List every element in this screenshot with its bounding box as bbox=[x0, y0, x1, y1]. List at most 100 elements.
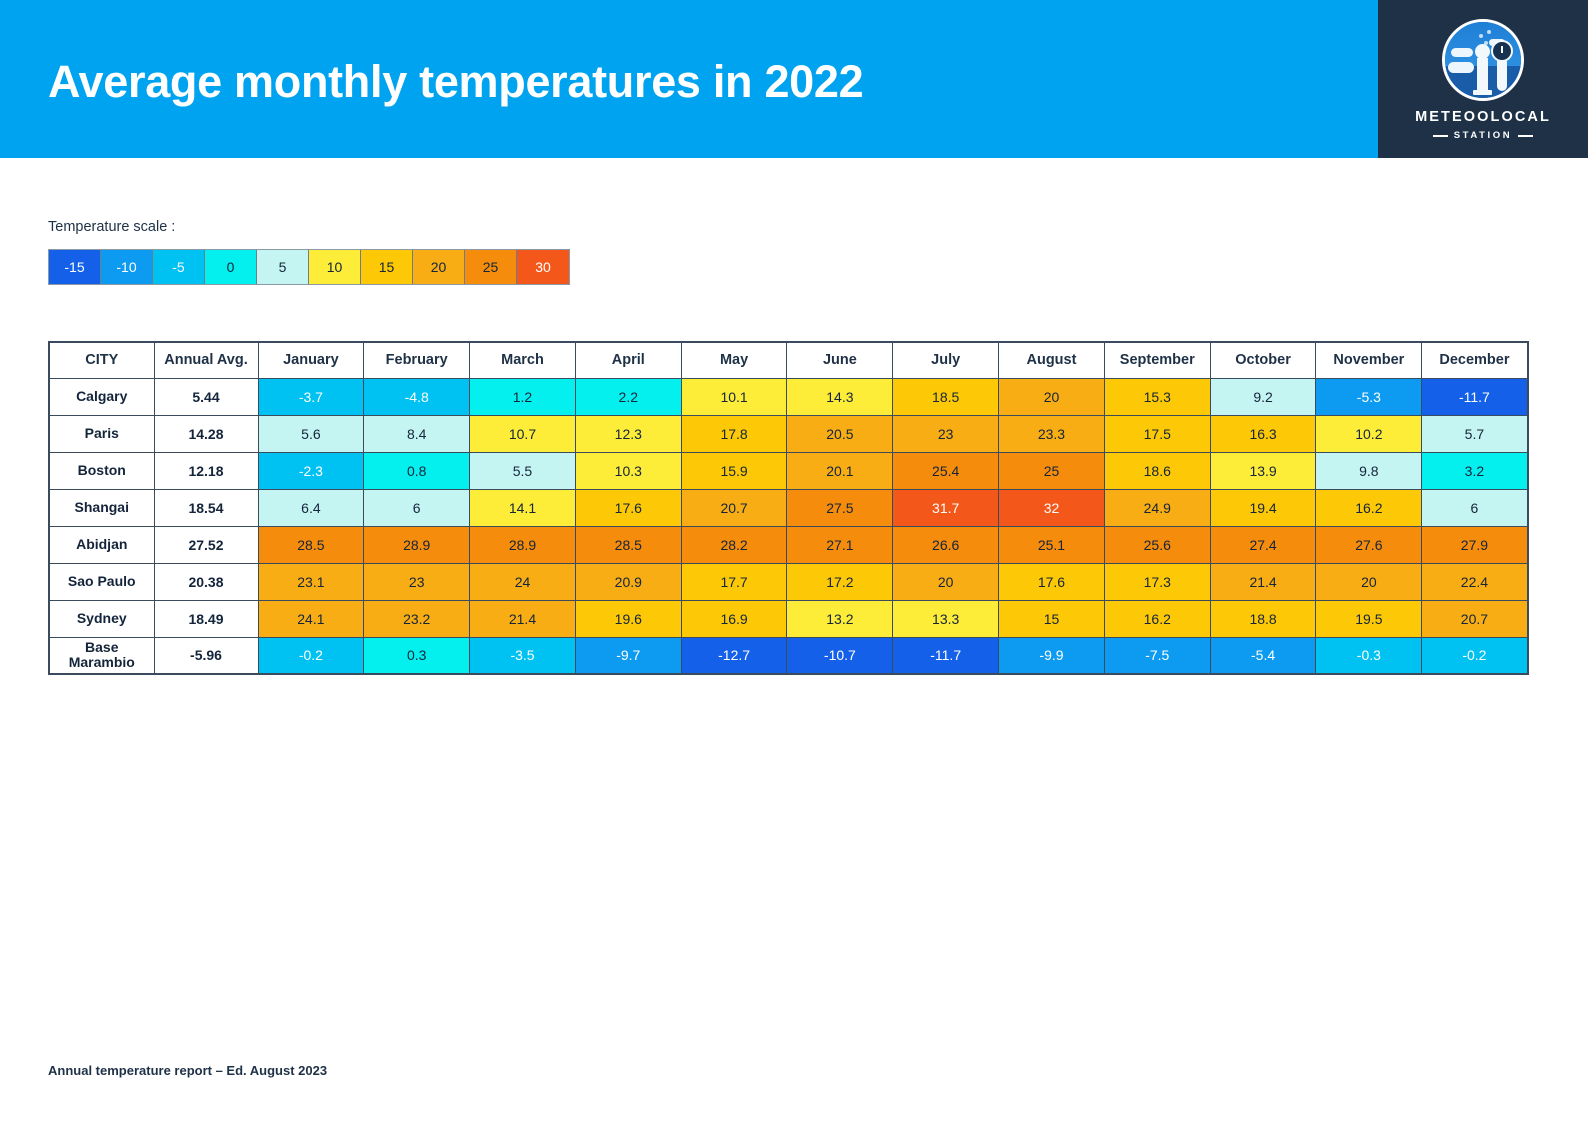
temperature-cell: 14.3 bbox=[786, 377, 894, 416]
temperature-scale-legend: -15 -10 -5 0 5 10 15 20 25 30 bbox=[48, 249, 570, 285]
temperature-cell: 17.8 bbox=[680, 414, 788, 453]
annual-average-cell: 12.18 bbox=[153, 451, 259, 490]
temperature-cell: 14.1 bbox=[469, 488, 576, 527]
temperature-cell: 13.2 bbox=[786, 599, 894, 638]
scale-swatch: 30 bbox=[517, 250, 569, 284]
page-title: Average monthly temperatures in 2022 bbox=[48, 56, 864, 107]
temperature-cell: 15.3 bbox=[1103, 377, 1211, 416]
temperature-cell: 9.2 bbox=[1209, 377, 1317, 416]
temperature-cell: 25.6 bbox=[1103, 525, 1211, 564]
table-row: Sydney 18.49 24.1 23.2 21.4 19.6 16.9 13.2 13.3 1… bbox=[48, 599, 1529, 638]
temperature-cell: 18.8 bbox=[1209, 599, 1317, 638]
annual-average-cell: 18.54 bbox=[153, 488, 259, 527]
column-header-february: February bbox=[363, 341, 471, 379]
column-header-september: September bbox=[1103, 341, 1211, 379]
table-header-row: CITY Annual Avg. January February March April… bbox=[48, 341, 1529, 379]
temperature-cell: 17.3 bbox=[1103, 562, 1211, 601]
temperature-cell: 0.3 bbox=[363, 636, 471, 675]
slide-canvas: Average monthly temperatures in 2022 MET… bbox=[0, 0, 1588, 1124]
temperature-cell: 9.8 bbox=[1315, 451, 1423, 490]
temperature-cell: 26.6 bbox=[892, 525, 1000, 564]
temperature-cell: 27.5 bbox=[786, 488, 894, 527]
temperature-cell: 28.5 bbox=[257, 525, 365, 564]
cloud-icon bbox=[1448, 62, 1474, 73]
temperature-cell: 17.2 bbox=[786, 562, 894, 601]
temperature-cell: 8.4 bbox=[363, 414, 471, 453]
scale-swatch: -15 bbox=[49, 250, 101, 284]
temperature-cell: 16.2 bbox=[1103, 599, 1211, 638]
annual-average-cell: 27.52 bbox=[153, 525, 259, 564]
column-header-october: October bbox=[1209, 341, 1317, 379]
temperature-cell: 27.9 bbox=[1421, 525, 1529, 564]
scale-swatch: 20 bbox=[413, 250, 465, 284]
logo-wordmark: METEOOLOCAL bbox=[1415, 109, 1551, 125]
column-header-april: April bbox=[574, 341, 682, 379]
temperature-cell: 24.9 bbox=[1103, 488, 1211, 527]
temperature-cell: 5.6 bbox=[257, 414, 365, 453]
temperature-cell: 28.5 bbox=[574, 525, 682, 564]
temperature-cell: 13.3 bbox=[892, 599, 1000, 638]
scale-swatch: 25 bbox=[465, 250, 517, 284]
weather-station-icon bbox=[1442, 19, 1524, 101]
temperature-cell: 3.2 bbox=[1421, 451, 1529, 490]
temperature-cell: 15 bbox=[998, 599, 1105, 638]
temperature-cell: 16.2 bbox=[1315, 488, 1423, 527]
temperature-cell: -3.7 bbox=[257, 377, 365, 416]
temperature-cell: 18.6 bbox=[1103, 451, 1211, 490]
snowflake-dot-icon bbox=[1479, 34, 1483, 38]
temperature-cell: 20.9 bbox=[574, 562, 682, 601]
temperature-cell: 2.2 bbox=[574, 377, 682, 416]
temperature-cell: -4.8 bbox=[363, 377, 471, 416]
city-name-cell: Base Marambio bbox=[48, 636, 155, 675]
temperature-cell: 6.4 bbox=[257, 488, 365, 527]
temperature-cell: 32 bbox=[998, 488, 1105, 527]
table-row: Paris 14.28 5.6 8.4 10.7 12.3 17.8 20.5 23 23.3 17… bbox=[48, 414, 1529, 453]
scale-swatch: 0 bbox=[205, 250, 257, 284]
temperature-cell: 20.7 bbox=[680, 488, 788, 527]
city-name-cell: Sao Paulo bbox=[48, 562, 155, 601]
temperature-cell: 20.1 bbox=[786, 451, 894, 490]
column-header-november: November bbox=[1315, 341, 1423, 379]
temperature-cell: 6 bbox=[363, 488, 471, 527]
temperature-cell: -2.3 bbox=[257, 451, 365, 490]
temperature-cell: 25.1 bbox=[998, 525, 1105, 564]
temperature-cell: 31.7 bbox=[892, 488, 1000, 527]
temperature-cell: 12.3 bbox=[574, 414, 682, 453]
temperature-cell: 28.2 bbox=[680, 525, 788, 564]
city-name-cell: Sydney bbox=[48, 599, 155, 638]
temperature-cell: 16.9 bbox=[680, 599, 788, 638]
column-header-annual-avg: Annual Avg. bbox=[153, 341, 259, 379]
temperature-cell: -5.4 bbox=[1209, 636, 1317, 675]
column-header-may: May bbox=[680, 341, 788, 379]
scale-swatch: -10 bbox=[101, 250, 153, 284]
temperature-cell: 23.3 bbox=[998, 414, 1105, 453]
gauge-dial-icon bbox=[1491, 40, 1513, 62]
temperature-cell: 23.1 bbox=[257, 562, 365, 601]
temperature-cell: 5.7 bbox=[1421, 414, 1529, 453]
temperature-cell: 10.1 bbox=[680, 377, 788, 416]
column-header-january: January bbox=[257, 341, 365, 379]
temperature-cell: 17.6 bbox=[574, 488, 682, 527]
temperature-cell: -9.9 bbox=[998, 636, 1105, 675]
temperature-cell: 17.7 bbox=[680, 562, 788, 601]
table-row: Sao Paulo 20.38 23.1 23 24 20.9 17.7 17.2 20 17.6… bbox=[48, 562, 1529, 601]
temperature-cell: -9.7 bbox=[574, 636, 682, 675]
table-header: CITY Annual Avg. January February March April… bbox=[48, 341, 1529, 379]
dash-divider-icon bbox=[1432, 134, 1448, 137]
column-header-august: August bbox=[998, 341, 1105, 379]
temperature-cell: 20.7 bbox=[1421, 599, 1529, 638]
temperature-cell: -0.2 bbox=[257, 636, 365, 675]
temperature-cell: 23.2 bbox=[363, 599, 471, 638]
temperature-cell: 10.3 bbox=[574, 451, 682, 490]
temperature-cell: 18.5 bbox=[892, 377, 1000, 416]
barometer-icon bbox=[1497, 60, 1507, 91]
temperature-cell: -0.2 bbox=[1421, 636, 1529, 675]
annual-average-cell: 14.28 bbox=[153, 414, 259, 453]
temperature-cell: 13.9 bbox=[1209, 451, 1317, 490]
temperature-cell: 27.4 bbox=[1209, 525, 1317, 564]
dash-divider-icon bbox=[1518, 134, 1534, 137]
temperature-cell: 28.9 bbox=[363, 525, 471, 564]
temperature-cell: 10.7 bbox=[469, 414, 576, 453]
temperature-cell: 28.9 bbox=[469, 525, 576, 564]
anemometer-ball-icon bbox=[1475, 44, 1490, 59]
